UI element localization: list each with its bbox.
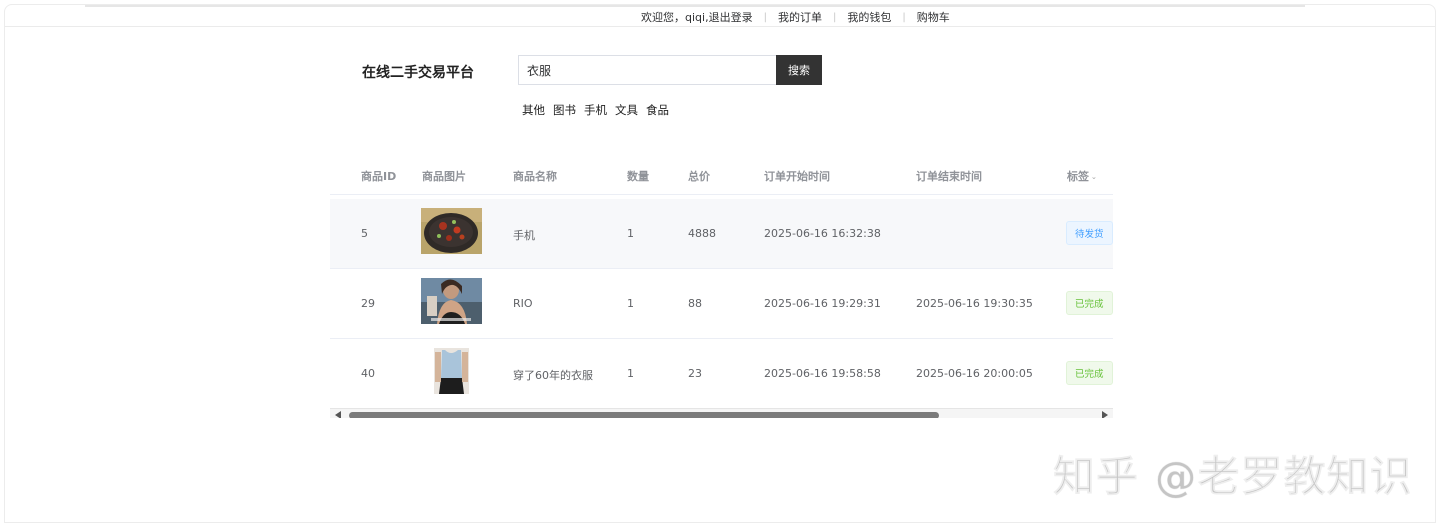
column-header-qty: 数量 <box>627 170 649 183</box>
filter-chevron-icon[interactable]: ⌄ <box>1091 173 1097 181</box>
status-badge: 已完成 <box>1066 361 1113 385</box>
welcome-text: 欢迎您，qiqi, <box>641 11 709 24</box>
product-image-tank-top <box>421 348 482 394</box>
scroll-right-icon[interactable] <box>1102 411 1108 418</box>
horizontal-scrollbar[interactable] <box>330 408 1113 418</box>
my-orders-link[interactable]: 我的订单 <box>778 9 822 25</box>
cell-qty: 1 <box>627 297 634 310</box>
cell-qty: 1 <box>627 367 634 380</box>
product-image-person <box>421 278 482 324</box>
nav-separator: | <box>832 11 837 23</box>
cell-total: 4888 <box>688 227 716 240</box>
category-other[interactable]: 其他 <box>522 102 545 118</box>
cell-end-time: 2025-06-16 19:30:35 <box>916 297 1033 310</box>
top-nav: 欢迎您，qiqi, 退出登录 | 我的订单 | 我的钱包 | 购物车 <box>641 9 950 25</box>
cell-total: 23 <box>688 367 702 380</box>
category-list: 其他 图书 手机 文具 食品 <box>522 102 669 118</box>
cell-id: 29 <box>361 297 375 310</box>
watermark: 知乎 @老罗教知识 <box>1053 452 1413 502</box>
orders-table: 商品ID 商品图片 商品名称 数量 总价 订单开始时间 订单结束时间 标签 ⌄ 5 <box>330 155 1113 418</box>
category-books[interactable]: 图书 <box>553 102 576 118</box>
column-header-image: 商品图片 <box>422 170 466 183</box>
nav-separator: | <box>902 11 906 23</box>
nav-separator: | <box>763 11 767 23</box>
top-bar: 欢迎您，qiqi, 退出登录 | 我的订单 | 我的钱包 | 购物车 <box>5 5 1435 27</box>
cell-id: 40 <box>361 367 375 380</box>
category-phones[interactable]: 手机 <box>584 102 607 118</box>
status-badge: 已完成 <box>1066 291 1113 315</box>
app-window: 欢迎您，qiqi, 退出登录 | 我的订单 | 我的钱包 | 购物车 在线二手交… <box>4 4 1436 523</box>
scroll-left-icon[interactable] <box>335 411 341 418</box>
table-row: 40 穿了60年的衣服 1 23 2025-06-16 19:58:58 202… <box>330 339 1113 409</box>
cell-end-time: 2025-06-16 20:00:05 <box>916 367 1033 380</box>
scrollbar-thumb[interactable] <box>349 412 939 418</box>
site-title: 在线二手交易平台 <box>362 65 474 81</box>
logout-link[interactable]: 退出登录 <box>709 9 753 25</box>
table-row: 5 手机 1 4888 2025-06-16 16:32:38 待发货 <box>330 199 1113 269</box>
column-header-name: 商品名称 <box>513 170 557 183</box>
cart-link[interactable]: 购物车 <box>917 9 950 25</box>
column-header-total: 总价 <box>688 170 710 183</box>
cell-start-time: 2025-06-16 19:58:58 <box>764 367 881 380</box>
cell-qty: 1 <box>627 227 634 240</box>
category-food[interactable]: 食品 <box>646 102 669 118</box>
cell-product-name: 手机 <box>513 229 535 242</box>
cell-id: 5 <box>361 227 368 240</box>
cell-start-time: 2025-06-16 16:32:38 <box>764 227 881 240</box>
table-header: 商品ID 商品图片 商品名称 数量 总价 订单开始时间 订单结束时间 标签 ⌄ <box>330 155 1113 195</box>
column-header-id: 商品ID <box>361 170 397 183</box>
column-header-tag[interactable]: 标签 ⌄ <box>1067 168 1097 184</box>
column-header-end-time: 订单结束时间 <box>916 170 982 183</box>
search-button[interactable]: 搜索 <box>776 55 822 85</box>
search-input[interactable] <box>518 55 776 85</box>
cell-start-time: 2025-06-16 19:29:31 <box>764 297 881 310</box>
cell-product-name: 穿了60年的衣服 <box>513 369 593 382</box>
column-header-start-time: 订单开始时间 <box>764 170 830 183</box>
product-image-food <box>421 208 482 254</box>
cell-total: 88 <box>688 297 702 310</box>
status-badge: 待发货 <box>1066 221 1113 245</box>
category-stationery[interactable]: 文具 <box>615 102 638 118</box>
column-header-tag-label: 标签 <box>1067 170 1089 183</box>
cell-product-name: RIO <box>513 297 533 310</box>
table-row: 29 RIO 1 88 2025-06-16 19:29:31 2025-06-… <box>330 269 1113 339</box>
my-wallet-link[interactable]: 我的钱包 <box>847 9 891 25</box>
